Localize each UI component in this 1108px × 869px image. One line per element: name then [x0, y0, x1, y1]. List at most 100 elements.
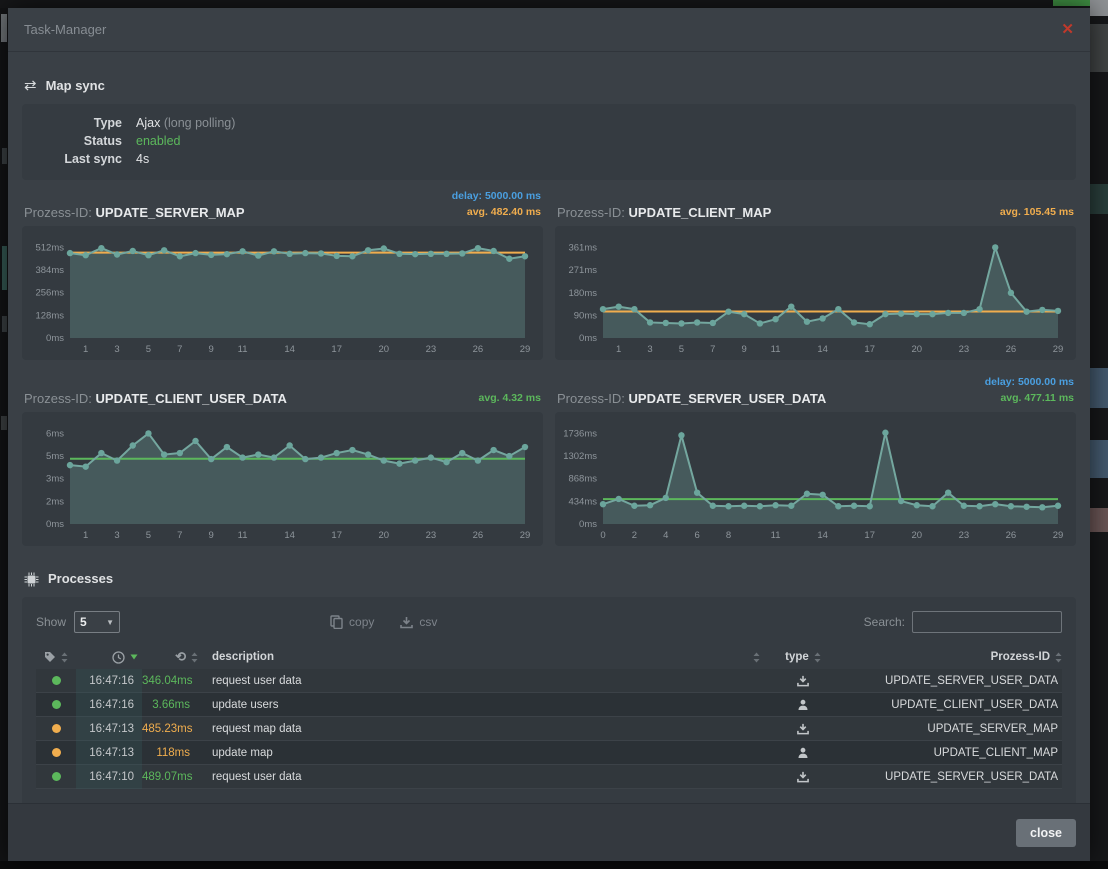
cell-duration: 3.66ms: [142, 699, 200, 711]
svg-text:868ms: 868ms: [568, 474, 597, 485]
chart-title: Prozess-ID: UPDATE_SERVER_USER_DATA: [557, 391, 826, 406]
svg-text:26: 26: [473, 344, 484, 355]
svg-text:384ms: 384ms: [35, 265, 64, 276]
chevron-down-icon: ▼: [106, 618, 114, 627]
svg-text:2ms: 2ms: [46, 496, 64, 507]
table-row[interactable]: 16:47:13 485.23ms request map data UPDAT…: [36, 717, 1062, 741]
chart-update-server-user-data: 0ms434ms868ms1302ms1736ms024681114172023…: [559, 420, 1070, 542]
cell-duration: 485.23ms: [142, 723, 200, 735]
avg-label: avg. 477.11 ms: [985, 390, 1074, 406]
svg-text:3: 3: [114, 344, 119, 355]
cell-duration: 346.04ms: [142, 675, 200, 687]
column-header-prozess-id[interactable]: Prozess-ID: [838, 651, 1062, 663]
copy-button[interactable]: copy: [330, 615, 374, 629]
svg-text:23: 23: [426, 530, 437, 541]
svg-text:17: 17: [331, 344, 342, 355]
chip-icon: [24, 570, 39, 587]
show-label: Show: [36, 615, 66, 629]
info-row-last-sync: Last sync 4s: [36, 150, 1062, 168]
close-icon[interactable]: ✕: [1061, 22, 1074, 37]
status-dot: [52, 748, 61, 757]
delay-label: delay: 5000.00 ms: [452, 188, 541, 204]
client-person-icon: [797, 747, 809, 759]
table-row[interactable]: 16:47:13 118ms update map UPDATE_CLIENT_…: [36, 741, 1062, 765]
svg-text:4: 4: [663, 530, 668, 541]
sort-desc-icon: [130, 654, 138, 660]
clock-icon: [112, 651, 125, 664]
svg-text:512ms: 512ms: [35, 242, 64, 253]
svg-text:29: 29: [1053, 344, 1064, 355]
cell-description: request user data: [200, 771, 768, 783]
svg-text:1302ms: 1302ms: [563, 451, 597, 462]
column-header-status[interactable]: [36, 651, 76, 663]
svg-text:271ms: 271ms: [568, 265, 597, 276]
svg-text:434ms: 434ms: [568, 496, 597, 507]
info-row-status: Status enabled: [36, 132, 1062, 150]
modal-footer: close: [8, 803, 1090, 861]
svg-text:0: 0: [600, 530, 605, 541]
cell-description: request map data: [200, 723, 768, 735]
svg-text:180ms: 180ms: [568, 288, 597, 299]
svg-text:9: 9: [209, 530, 214, 541]
cell-prozess-id: UPDATE_CLIENT_MAP: [838, 747, 1062, 759]
modal-body: ⇄ Map sync Type Ajax (long polling) Stat…: [8, 52, 1090, 803]
close-button[interactable]: close: [1016, 819, 1076, 847]
cell-description: request user data: [200, 675, 768, 687]
table-row[interactable]: 16:47:16 3.66ms update users UPDATE_CLIE…: [36, 693, 1062, 717]
column-header-description[interactable]: description: [200, 651, 768, 663]
modal-title: Task-Manager: [24, 22, 106, 37]
column-header-type[interactable]: type: [768, 651, 838, 663]
svg-text:26: 26: [1006, 344, 1017, 355]
table-row[interactable]: 16:47:16 346.04ms request user data UPDA…: [36, 669, 1062, 693]
svg-text:0ms: 0ms: [579, 519, 597, 530]
svg-text:20: 20: [379, 530, 390, 541]
page-length-select[interactable]: 5▼: [74, 611, 120, 633]
table-controls: Show 5▼ copy csv Search:: [36, 607, 1062, 637]
svg-text:5: 5: [146, 530, 151, 541]
column-header-duration[interactable]: ⟲: [142, 649, 200, 665]
sort-icon: [61, 652, 68, 663]
modal-header: Task-Manager ✕: [8, 8, 1090, 52]
svg-text:20: 20: [912, 530, 923, 541]
svg-text:20: 20: [912, 344, 923, 355]
svg-text:23: 23: [426, 344, 437, 355]
svg-text:20: 20: [379, 344, 390, 355]
column-header-time[interactable]: [76, 651, 142, 664]
search-input[interactable]: [912, 611, 1062, 633]
svg-text:3ms: 3ms: [46, 474, 64, 485]
svg-text:23: 23: [959, 344, 970, 355]
chart-title: Prozess-ID: UPDATE_CLIENT_MAP: [557, 205, 771, 220]
chart-update-client-map: 0ms90ms180ms271ms361ms135791114172023262…: [559, 234, 1070, 356]
status-dot: [52, 700, 61, 709]
info-row-type: Type Ajax (long polling): [36, 114, 1062, 132]
history-icon: ⟲: [175, 649, 186, 665]
cell-type: [768, 723, 838, 735]
server-download-icon: [797, 675, 809, 687]
svg-text:1: 1: [83, 344, 88, 355]
client-person-icon: [797, 699, 809, 711]
sort-icon: [753, 652, 760, 663]
table-header-row: ⟲ description type Prozess-ID: [36, 645, 1062, 669]
cell-duration: 118ms: [142, 747, 200, 759]
svg-text:3: 3: [114, 530, 119, 541]
svg-text:11: 11: [238, 530, 248, 541]
map-sync-heading: ⇄ Map sync: [24, 76, 1074, 94]
csv-button[interactable]: csv: [400, 615, 437, 629]
cell-type: [768, 675, 838, 687]
svg-text:0ms: 0ms: [46, 333, 64, 344]
svg-text:256ms: 256ms: [35, 288, 64, 299]
cell-description: update map: [200, 747, 768, 759]
table-row[interactable]: 16:47:10 489.07ms request user data UPDA…: [36, 765, 1062, 789]
svg-text:5: 5: [146, 344, 151, 355]
tag-icon: [44, 651, 56, 663]
avg-label: avg. 482.40 ms: [452, 204, 541, 220]
processes-heading: Processes: [24, 570, 1074, 587]
svg-text:17: 17: [864, 530, 875, 541]
svg-text:3: 3: [647, 344, 652, 355]
processes-panel: Show 5▼ copy csv Search:: [22, 597, 1076, 803]
svg-text:1736ms: 1736ms: [563, 428, 597, 439]
svg-text:26: 26: [473, 530, 484, 541]
cell-prozess-id: UPDATE_SERVER_USER_DATA: [838, 675, 1062, 687]
svg-text:6ms: 6ms: [46, 428, 64, 439]
delay-label: [1000, 188, 1074, 204]
